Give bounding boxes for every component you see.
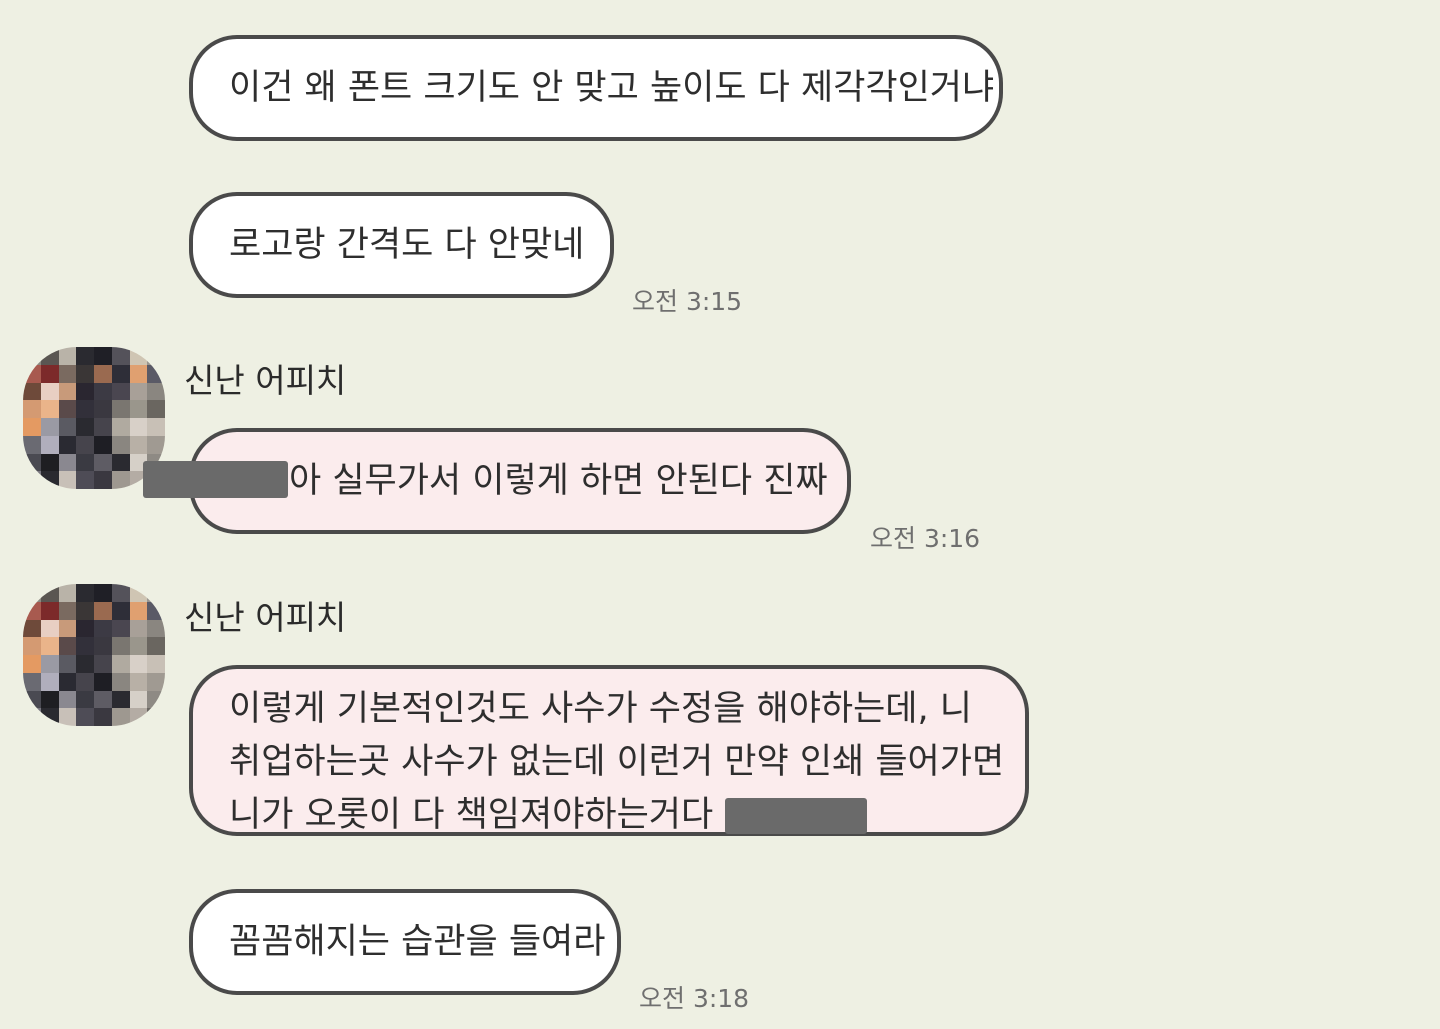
message-bubble-4[interactable]: 이렇게 기본적인것도 사수가 수정을 해야하는데, 니 취업하는곳 사수가 없는…: [189, 665, 1029, 836]
message-bubble-1[interactable]: 이건 왜 폰트 크기도 안 맞고 높이도 다 제각각인거냐: [189, 35, 1003, 141]
message-line-1: 이렇게 기본적인것도 사수가 수정을 해야하는데, 니: [229, 689, 972, 729]
message-bubble-5[interactable]: 꼼꼼해지는 습관을 들여라: [189, 889, 621, 995]
message-bubble-3[interactable]: 아 실무가서 이렇게 하면 안된다 진짜: [189, 428, 851, 534]
message-line-2: 취업하는곳 사수가 없는데 이런거 만약 인쇄 들어가면: [229, 742, 1005, 782]
sender-name: 신난 어피치: [184, 361, 347, 400]
message-line-3-text: 니가 오롯이 다 책임져야하는거다: [229, 795, 714, 835]
message-text: 이건 왜 폰트 크기도 안 맞고 높이도 다 제각각인거냐: [229, 68, 995, 108]
message-text: 로고랑 간격도 다 안맞네: [229, 225, 585, 265]
sender-avatar[interactable]: [23, 584, 165, 726]
sender-name: 신난 어피치: [184, 598, 347, 637]
redaction-block: [143, 461, 288, 498]
message-timestamp: 오전 3:16: [870, 524, 981, 553]
message-line-3: 니가 오롯이 다 책임져야하는거다: [229, 789, 989, 842]
message-timestamp: 오전 3:18: [639, 984, 750, 1013]
message-bubble-2[interactable]: 로고랑 간격도 다 안맞네: [189, 192, 614, 298]
message-text: 꼼꼼해지는 습관을 들여라: [229, 922, 606, 962]
redaction-block: [725, 798, 868, 834]
message-text: 아 실무가서 이렇게 하면 안된다 진짜: [289, 461, 828, 501]
message-timestamp: 오전 3:15: [632, 287, 743, 316]
